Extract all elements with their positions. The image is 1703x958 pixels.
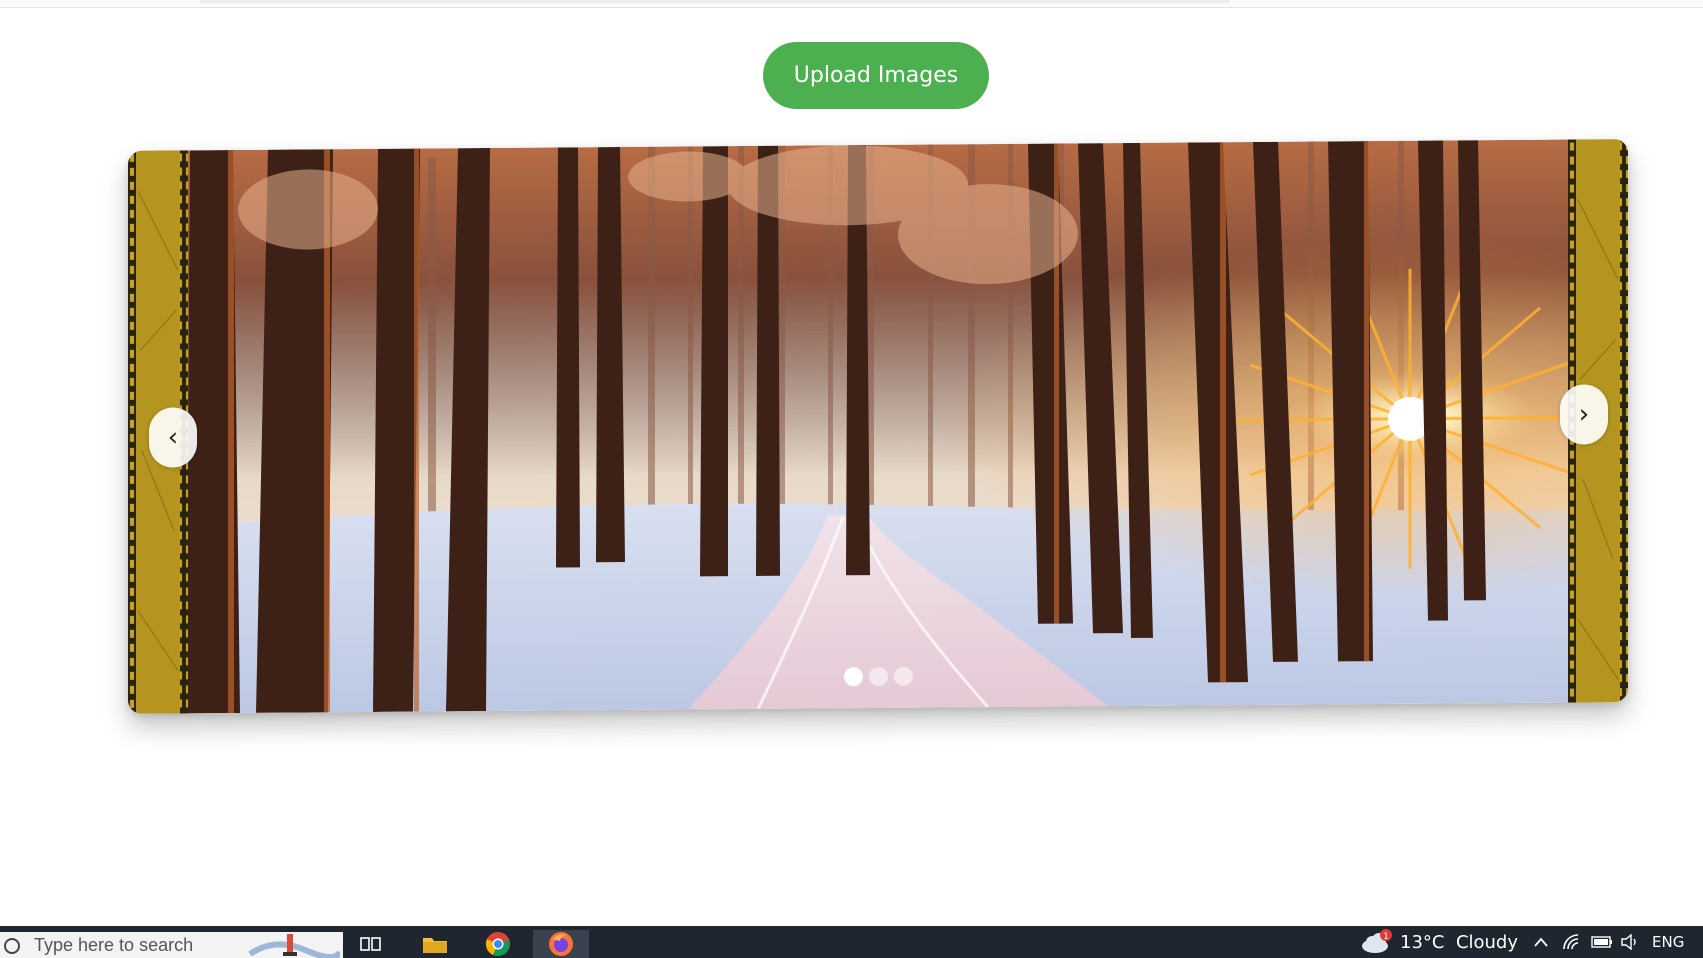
slide-dot-3[interactable] [894, 666, 913, 686]
slide-dot-2[interactable] [869, 666, 888, 687]
language-indicator[interactable]: ENG [1652, 926, 1684, 958]
taskbar: Type here to search 1 13°C Cloudy ENG [0, 926, 1703, 958]
task-view-icon[interactable] [343, 930, 399, 958]
show-hidden-icons-chevron-icon[interactable] [1533, 926, 1549, 958]
slide-dot-1[interactable] [844, 667, 863, 687]
slide-indicators [844, 666, 913, 687]
image-carousel: ‹ › [128, 139, 1628, 714]
weather-condition: Cloudy [1455, 931, 1519, 953]
battery-icon[interactable] [1591, 926, 1613, 958]
weather-temp: 13°C [1400, 931, 1445, 953]
firefox-icon[interactable] [533, 930, 589, 958]
search-highlight-icon [248, 934, 340, 958]
network-icon[interactable] [1563, 926, 1581, 958]
chrome-icon[interactable] [470, 930, 526, 958]
next-slide-button[interactable]: › [1560, 384, 1608, 445]
file-explorer-icon[interactable] [407, 930, 463, 958]
search-placeholder: Type here to search [34, 934, 194, 955]
browser-top-edge [0, 0, 1703, 8]
previous-slide-button[interactable]: ‹ [149, 407, 197, 468]
weather-text[interactable]: 13°C Cloudy [1400, 926, 1518, 958]
weather-widget[interactable]: 1 [1360, 926, 1394, 958]
search-icon [4, 938, 20, 954]
snowy-forest-slide [128, 139, 1628, 714]
taskbar-search[interactable]: Type here to search [0, 932, 343, 958]
upload-images-button[interactable]: Upload Images [763, 42, 989, 109]
cloud-icon: 1 [1362, 929, 1392, 953]
volume-icon[interactable] [1620, 926, 1640, 958]
weather-alert-badge: 1 [1383, 932, 1389, 942]
